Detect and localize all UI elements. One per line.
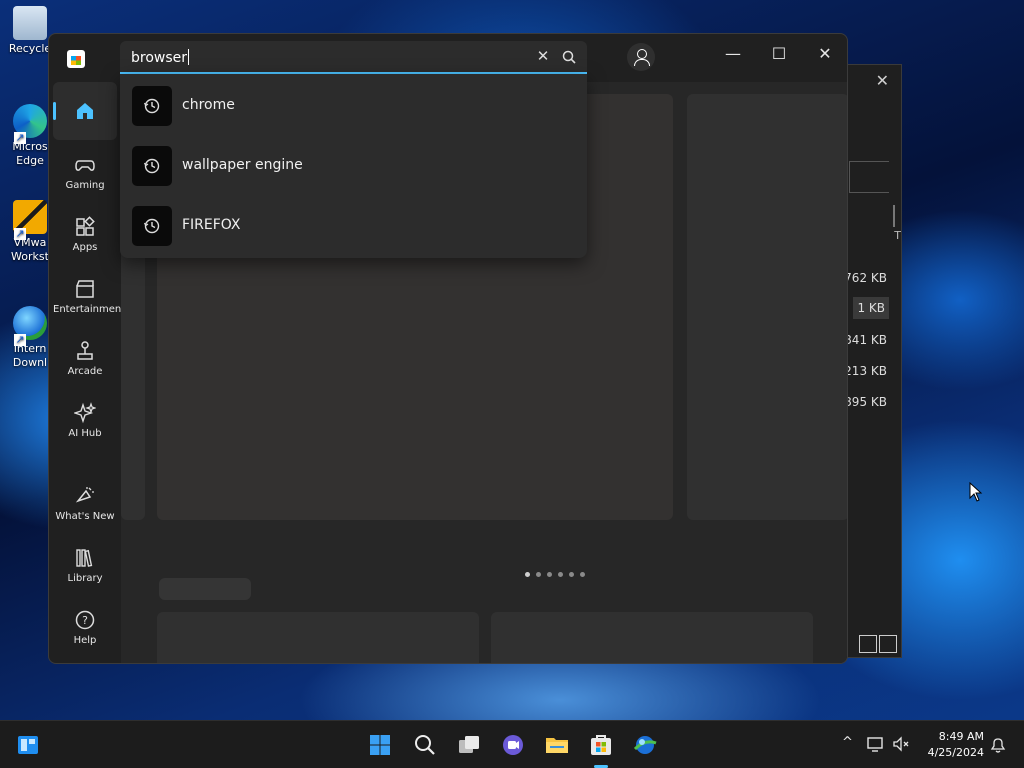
volume-muted-icon[interactable] [892,735,912,753]
apps-icon [76,216,95,236]
carousel-dot[interactable] [580,572,585,577]
nav-item-gaming[interactable]: Gaming [53,144,117,202]
mouse-cursor-icon [969,482,983,502]
search-input[interactable]: browser [131,49,190,66]
clapper-icon [76,280,94,298]
file-size: 762 KB [844,271,887,285]
hero-card-next[interactable] [687,94,847,520]
explorer-search-box[interactable] [849,161,889,193]
file-size: 841 KB [844,333,887,347]
microsoft-store-icon[interactable] [587,731,615,759]
nav-item-whats-new[interactable]: What's New [53,475,117,533]
shortcut-arrow-icon: ↗ [14,333,26,346]
details-view-icon[interactable] [859,635,877,653]
chat-icon[interactable] [499,731,527,759]
nav-rail: Gaming Apps Entertainment Arcade AI Hub … [49,82,125,663]
search-suggestions: chrome wallpaper engine FIREFOX [120,74,587,258]
view-toggle [859,635,897,653]
nav-item-arcade[interactable]: Arcade [53,330,117,388]
history-icon [132,206,172,246]
carousel-dots [525,572,585,577]
suggestion-label: FIREFOX [182,217,241,233]
close-button[interactable]: ✕ [809,42,841,66]
megaphone-icon [75,487,94,503]
taskbar: ^ 8:49 AM 4/25/2024 [0,720,1024,768]
notification-icon[interactable] [988,735,1008,755]
file-size: 213 KB [844,364,887,378]
search-icon[interactable] [560,48,578,66]
column-header-fragment: T [894,229,901,242]
text-caret [188,49,190,65]
svg-text:?: ? [82,614,88,627]
sparkle-icon [74,402,96,424]
carousel-dot[interactable] [569,572,574,577]
nav-item-help[interactable]: ? Help [53,599,117,657]
network-icon[interactable] [866,735,886,753]
suggestion-item[interactable]: chrome [130,84,577,128]
nav-item-apps[interactable]: Apps [53,206,117,264]
history-icon [132,86,172,126]
help-icon: ? [75,610,95,630]
app-card[interactable] [157,612,479,663]
tray-overflow-chevron-icon[interactable]: ^ [842,735,853,750]
carousel-dot[interactable] [525,572,530,577]
suggestion-label: chrome [182,97,235,113]
joystick-icon [77,341,93,360]
search-icon[interactable] [411,731,439,759]
home-icon [77,103,93,119]
recycle-bin-icon [13,6,47,40]
widgets-icon[interactable] [14,731,42,759]
app-card[interactable] [491,612,813,663]
library-icon [76,549,93,567]
shortcut-arrow-icon: ↗ [14,227,26,240]
nav-item-ai-hub[interactable]: AI Hub [53,392,117,450]
minimize-button[interactable]: — [717,42,749,66]
file-size: 895 KB [844,395,887,409]
system-clock[interactable]: 8:49 AM 4/25/2024 [920,729,984,761]
clock-time: 8:49 AM [938,730,984,743]
nav-item-entertainment[interactable]: Entertainment [53,268,125,326]
file-size: 1 KB [853,297,889,319]
file-explorer-icon[interactable] [543,731,571,759]
clear-search-button[interactable]: ✕ [534,47,552,65]
close-icon[interactable]: ✕ [876,71,889,90]
suggestion-label: wallpaper engine [182,157,303,173]
carousel-dot[interactable] [536,572,541,577]
history-icon [132,146,172,186]
task-view-icon[interactable] [455,731,483,759]
maximize-button[interactable]: ☐ [763,42,795,66]
search-box[interactable]: browser ✕ [120,41,587,74]
carousel-dot[interactable] [558,572,563,577]
nav-item-home[interactable] [53,82,117,140]
suggestion-item[interactable]: wallpaper engine [130,144,577,188]
start-icon[interactable] [366,731,394,759]
suggestion-item[interactable]: FIREFOX [130,204,577,248]
nav-item-library[interactable]: Library [53,537,117,595]
shortcut-arrow-icon: ↗ [14,131,26,144]
gamepad-icon [75,160,95,171]
scrollbar[interactable] [893,205,895,227]
account-avatar-icon[interactable] [627,43,655,71]
carousel-dot[interactable] [547,572,552,577]
store-logo-icon [67,50,85,68]
tiles-view-icon[interactable] [879,635,897,653]
section-title-placeholder [159,578,251,600]
download-manager-icon[interactable] [631,731,659,759]
clock-date: 4/25/2024 [927,746,984,759]
